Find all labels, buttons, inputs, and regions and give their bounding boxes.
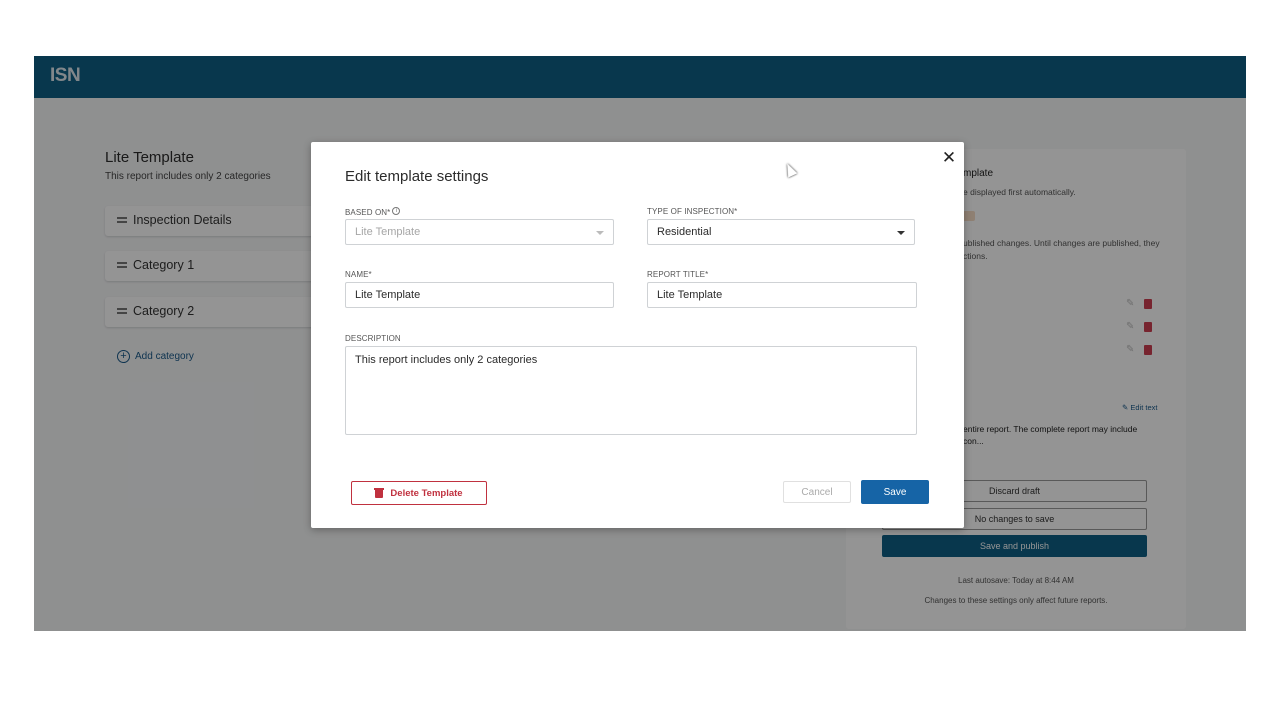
edit-template-settings-modal: Edit template settings ✕ BASED ON* i Lite… — [311, 142, 964, 528]
chevron-down-icon — [897, 231, 905, 235]
report-title-input[interactable]: Lite Template — [647, 282, 917, 308]
delete-template-label: Delete Template — [390, 487, 463, 499]
name-label: NAME* — [345, 270, 372, 279]
based-on-value: Lite Template — [355, 226, 421, 238]
type-of-inspection-select[interactable]: Residential — [647, 219, 915, 245]
chevron-down-icon — [596, 231, 604, 235]
delete-template-button[interactable]: Delete Template — [351, 481, 487, 505]
type-of-inspection-value: Residential — [657, 226, 712, 238]
name-input[interactable]: Lite Template — [345, 282, 614, 308]
type-of-inspection-label: TYPE OF INSPECTION* — [647, 207, 738, 216]
trash-icon — [374, 488, 385, 498]
report-title-label: REPORT TITLE* — [647, 270, 709, 279]
save-button[interactable]: Save — [861, 480, 929, 504]
close-icon[interactable]: ✕ — [941, 149, 957, 166]
modal-title: Edit template settings — [345, 168, 489, 185]
cancel-button[interactable]: Cancel — [783, 481, 851, 503]
description-textarea[interactable]: This report includes only 2 categories — [345, 346, 917, 435]
info-icon[interactable]: i — [392, 207, 401, 215]
description-label: DESCRIPTION — [345, 334, 401, 343]
based-on-select[interactable]: Lite Template — [345, 219, 614, 245]
based-on-label: BASED ON* i — [345, 207, 401, 217]
based-on-label-text: BASED ON* — [345, 208, 391, 217]
